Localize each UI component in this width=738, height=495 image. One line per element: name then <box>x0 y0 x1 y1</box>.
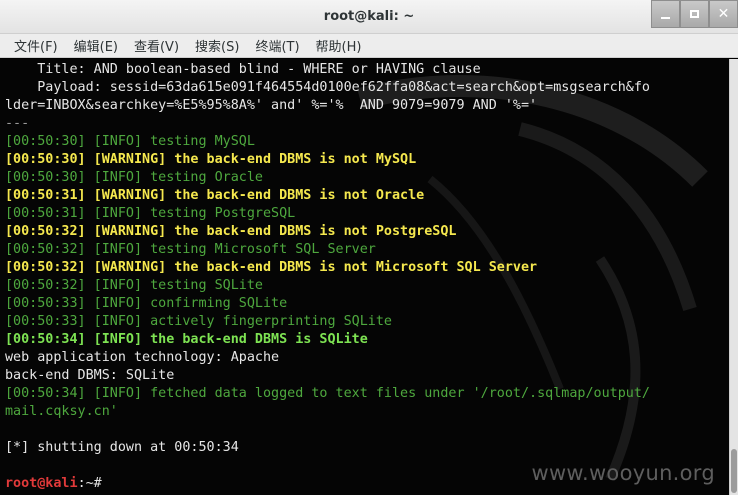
terminal-lines: Title: AND boolean-based blind - WHERE o… <box>5 61 725 493</box>
minimize-icon <box>661 16 670 19</box>
terminal-line: [00:50:30] [WARNING] the back-end DBMS i… <box>5 152 417 167</box>
terminal-output[interactable]: Title: AND boolean-based blind - WHERE o… <box>0 59 729 495</box>
menu-search[interactable]: 搜索(S) <box>195 36 239 55</box>
terminal-line: --- <box>5 116 30 131</box>
maximize-icon <box>690 10 699 18</box>
prompt-path: :~# <box>77 476 110 491</box>
terminal-line: [00:50:31] [WARNING] the back-end DBMS i… <box>5 188 425 203</box>
close-button[interactable]: ✕ <box>709 0 738 28</box>
terminal-line: [00:50:33] [INFO] actively fingerprintin… <box>5 314 392 329</box>
maximize-button[interactable] <box>680 0 709 28</box>
terminal-line: [00:50:34] [INFO] the back-end DBMS is S… <box>5 332 368 347</box>
terminal-line: lder=INBOX&searchkey=%E5%95%8A%' and' %=… <box>5 98 538 113</box>
menu-view[interactable]: 查看(V) <box>134 36 179 55</box>
terminal-line: [00:50:32] [INFO] testing Microsoft SQL … <box>5 242 376 257</box>
terminal-scrollbar[interactable] <box>729 59 738 495</box>
menu-file[interactable]: 文件(F) <box>14 36 58 55</box>
terminal-line: Payload: sessid=63da615e091f464554d0100e… <box>5 80 650 95</box>
scrollbar-thumb[interactable] <box>731 449 737 493</box>
terminal-line: [00:50:30] [INFO] testing Oracle <box>5 170 263 185</box>
terminal-line: [00:50:32] [WARNING] the back-end DBMS i… <box>5 260 538 275</box>
terminal-line: [00:50:34] [INFO] fetched data logged to… <box>5 386 650 401</box>
watermark: www.wooyun.org <box>531 461 715 485</box>
window-titlebar[interactable]: root@kali: ~ ✕ <box>0 0 738 34</box>
menu-edit[interactable]: 编辑(E) <box>74 36 118 55</box>
menu-terminal[interactable]: 终端(T) <box>255 36 299 55</box>
terminal-line: [00:50:31] [INFO] testing PostgreSQL <box>5 206 296 221</box>
terminal-line: back-end DBMS: SQLite <box>5 368 175 383</box>
terminal-line: [00:50:33] [INFO] confirming SQLite <box>5 296 288 311</box>
terminal-line: [00:50:30] [INFO] testing MySQL <box>5 134 255 149</box>
terminal-line: web application technology: Apache <box>5 350 280 365</box>
terminal-line: mail.cqksy.cn' <box>5 404 118 419</box>
terminal-line: [*] shutting down at 00:50:34 <box>5 440 239 455</box>
terminal-line: [00:50:32] [INFO] testing SQLite <box>5 278 263 293</box>
menu-help[interactable]: 帮助(H) <box>316 36 362 55</box>
window-title: root@kali: ~ <box>323 9 415 24</box>
terminal-line: Title: AND boolean-based blind - WHERE o… <box>5 62 481 77</box>
prompt-user-host: root@kali <box>5 476 78 491</box>
window-controls: ✕ <box>651 0 738 28</box>
menubar: 文件(F) 编辑(E) 查看(V) 搜索(S) 终端(T) 帮助(H) <box>0 34 738 58</box>
close-icon: ✕ <box>717 6 730 22</box>
terminal-line: [00:50:32] [WARNING] the back-end DBMS i… <box>5 224 457 239</box>
minimize-button[interactable] <box>651 0 680 28</box>
